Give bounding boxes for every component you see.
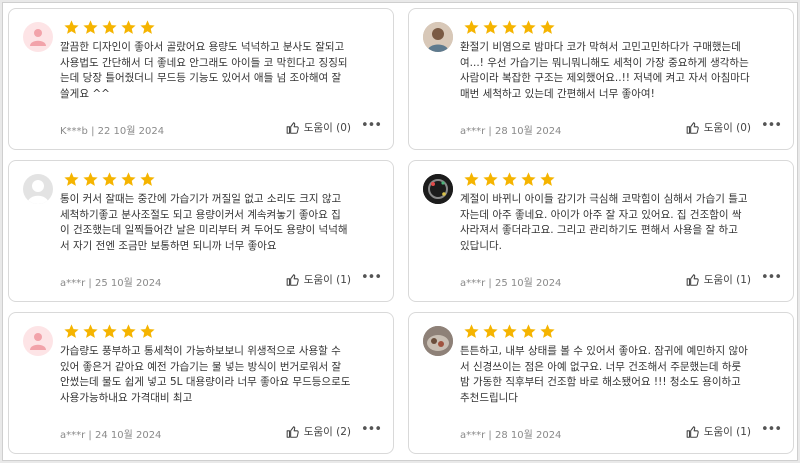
helpful-label: 도움이 (1) — [303, 274, 351, 286]
helpful-label: 도움이 (0) — [303, 122, 351, 134]
thumbs-up-icon — [686, 121, 699, 134]
star-rating — [463, 171, 556, 188]
more-options-icon[interactable]: ••• — [361, 119, 382, 133]
review-text: 통이 커서 잘때는 중간에 가습기가 꺼질일 없고 소리도 크지 않고 세척하기… — [60, 193, 348, 252]
star-rating — [63, 171, 156, 188]
star-icon — [464, 20, 479, 34]
more-options-icon[interactable]: ••• — [361, 423, 382, 437]
review-card: 통이 커서 잘때는 중간에 가습기가 꺼질일 없고 소리도 크지 않고 세척하기… — [8, 160, 394, 302]
more-options-icon[interactable]: ••• — [761, 423, 782, 437]
review-card: 환절기 비염으로 밤마다 코가 막혀서 고민고민하다가 구매했는데 여...! … — [408, 8, 794, 150]
review-author-date: a***r | 28 10월 2024 — [460, 430, 562, 441]
star-icon — [140, 20, 155, 34]
helpful-button[interactable]: 도움이 (1) — [286, 272, 351, 287]
more-options-icon[interactable]: ••• — [361, 271, 382, 285]
helpful-label: 도움이 (0) — [703, 122, 751, 134]
review-text: 환절기 비염으로 밤마다 코가 막혀서 고민고민하다가 구매했는데 여...! … — [460, 41, 750, 100]
thumbs-up-icon — [686, 425, 699, 438]
review-text: 튼튼하고, 내부 상태를 볼 수 있어서 좋아요. 잠귀에 예민하지 않아 서 … — [460, 345, 748, 404]
more-options-icon[interactable]: ••• — [761, 271, 782, 285]
review-author-date: a***r | 25 10월 2024 — [460, 278, 562, 289]
review-author-date: a***r | 25 10월 2024 — [60, 278, 162, 289]
star-icon — [102, 20, 117, 34]
user-photo-avatar-icon — [423, 326, 453, 356]
helpful-label: 도움이 (1) — [703, 426, 751, 438]
star-rating — [463, 19, 556, 36]
review-author-date: K***b | 22 10월 2024 — [60, 126, 165, 137]
review-author-date: a***r | 28 10월 2024 — [460, 126, 562, 137]
star-icon — [521, 324, 536, 338]
user-photo-avatar-icon — [423, 174, 453, 204]
star-icon — [540, 172, 555, 186]
helpful-label: 도움이 (1) — [703, 274, 751, 286]
star-rating — [63, 323, 156, 340]
star-icon — [502, 324, 517, 338]
thumbs-up-icon — [286, 425, 299, 438]
review-text: 깔끔한 디자인이 좋아서 골랐어요 용량도 넉넉하고 분사도 잘되고 사용법도 … — [60, 41, 348, 100]
star-icon — [521, 172, 536, 186]
review-card: 가습량도 풍부하고 통세척이 가능하보보니 위생적으로 사용할 수 있어 좋은거… — [8, 312, 394, 454]
star-icon — [121, 20, 136, 34]
star-rating — [463, 323, 556, 340]
review-text: 가습량도 풍부하고 통세척이 가능하보보니 위생적으로 사용할 수 있어 좋은거… — [60, 345, 351, 404]
default-avatar-icon — [23, 174, 53, 204]
star-icon — [140, 324, 155, 338]
user-photo-avatar-icon — [423, 22, 453, 52]
star-icon — [464, 324, 479, 338]
star-icon — [64, 172, 79, 186]
star-rating — [63, 19, 156, 36]
star-icon — [121, 324, 136, 338]
star-icon — [140, 172, 155, 186]
helpful-button[interactable]: 도움이 (0) — [286, 120, 351, 135]
helpful-label: 도움이 (2) — [303, 426, 351, 438]
review-card: 튼튼하고, 내부 상태를 볼 수 있어서 좋아요. 잠귀에 예민하지 않아 서 … — [408, 312, 794, 454]
more-options-icon[interactable]: ••• — [761, 119, 782, 133]
default-avatar-icon — [23, 326, 53, 356]
star-icon — [483, 324, 498, 338]
review-card: 깔끔한 디자인이 좋아서 골랐어요 용량도 넉넉하고 분사도 잘되고 사용법도 … — [8, 8, 394, 150]
star-icon — [64, 324, 79, 338]
helpful-button[interactable]: 도움이 (0) — [686, 120, 751, 135]
star-icon — [521, 20, 536, 34]
helpful-button[interactable]: 도움이 (1) — [686, 424, 751, 439]
star-icon — [83, 172, 98, 186]
default-avatar-icon — [23, 22, 53, 52]
thumbs-up-icon — [286, 273, 299, 286]
star-icon — [483, 20, 498, 34]
star-icon — [464, 172, 479, 186]
review-card: 계절이 바뀌니 아이들 감기가 극심해 코막힘이 심해서 가습기 틀고 자는데 … — [408, 160, 794, 302]
star-icon — [83, 324, 98, 338]
star-icon — [83, 20, 98, 34]
review-text: 계절이 바뀌니 아이들 감기가 극심해 코막힘이 심해서 가습기 틀고 자는데 … — [460, 193, 748, 252]
star-icon — [121, 172, 136, 186]
star-icon — [64, 20, 79, 34]
helpful-button[interactable]: 도움이 (1) — [686, 272, 751, 287]
star-icon — [502, 20, 517, 34]
star-icon — [483, 172, 498, 186]
star-icon — [540, 324, 555, 338]
review-author-date: a***r | 24 10월 2024 — [60, 430, 162, 441]
star-icon — [502, 172, 517, 186]
star-icon — [102, 172, 117, 186]
thumbs-up-icon — [686, 273, 699, 286]
star-icon — [540, 20, 555, 34]
star-icon — [102, 324, 117, 338]
helpful-button[interactable]: 도움이 (2) — [286, 424, 351, 439]
thumbs-up-icon — [286, 121, 299, 134]
reviews-panel: 깔끔한 디자인이 좋아서 골랐어요 용량도 넉넉하고 분사도 잘되고 사용법도 … — [2, 2, 798, 461]
